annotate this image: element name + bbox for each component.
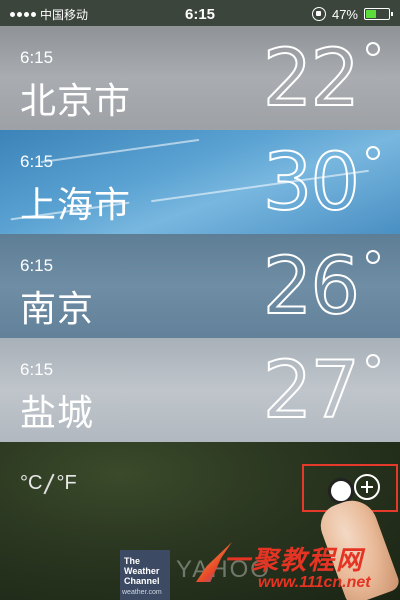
unit-toggle[interactable]: °C °F	[20, 472, 77, 495]
fahrenheit-option[interactable]: °F	[56, 472, 76, 495]
degree-icon	[366, 42, 380, 56]
status-bar: 中国移动 6:15 47%	[0, 0, 400, 28]
city-time: 6:15	[20, 48, 54, 67]
rotation-lock-icon	[311, 7, 326, 21]
weather-channel-logo[interactable]: The Weather Channel weather.com	[120, 550, 170, 600]
degree-icon	[366, 146, 380, 160]
status-time: 6:15	[184, 5, 216, 23]
city-temperature: 27	[262, 345, 361, 437]
city-row-shanghai[interactable]: 6:15 上海市 30	[0, 130, 400, 234]
city-temperature: 22	[262, 33, 361, 125]
weather-channel-line2: Weather	[124, 566, 160, 576]
city-temperature: 26	[262, 241, 361, 333]
city-time: 6:15	[20, 256, 54, 275]
degree-icon	[366, 354, 380, 368]
city-row-beijing[interactable]: 6:15 北京市 22	[0, 26, 400, 130]
unit-divider	[43, 473, 56, 494]
weather-channel-line1: The	[124, 556, 141, 566]
weather-channel-line3: Channel	[124, 576, 160, 586]
plus-icon[interactable]	[354, 474, 380, 500]
cloud-streak	[40, 138, 200, 164]
signal-icon	[10, 11, 36, 17]
degree-icon	[366, 250, 380, 264]
city-name: 盐城	[20, 392, 95, 433]
carrier-area: 中国移动	[10, 6, 88, 23]
carrier-label: 中国移动	[40, 7, 89, 22]
site-url-watermark: www.111cn.net	[258, 574, 371, 591]
battery-percent: 47%	[331, 6, 358, 22]
city-row-nanjing[interactable]: 6:15 南京 26	[0, 234, 400, 338]
battery-icon	[364, 8, 393, 20]
weather-channel-url: weather.com	[122, 589, 162, 596]
city-row-yancheng[interactable]: 6:15 盐城 27	[0, 338, 400, 442]
city-name: 上海市	[20, 184, 132, 225]
city-name: 北京市	[20, 80, 132, 121]
city-name: 南京	[20, 288, 95, 329]
city-time: 6:15	[20, 152, 54, 171]
city-time: 6:15	[20, 360, 54, 379]
city-temperature: 30	[262, 137, 361, 229]
site-watermark: 一聚教程网	[224, 545, 365, 575]
celsius-option[interactable]: °C	[20, 472, 42, 495]
status-indicators: 47%	[311, 6, 393, 22]
